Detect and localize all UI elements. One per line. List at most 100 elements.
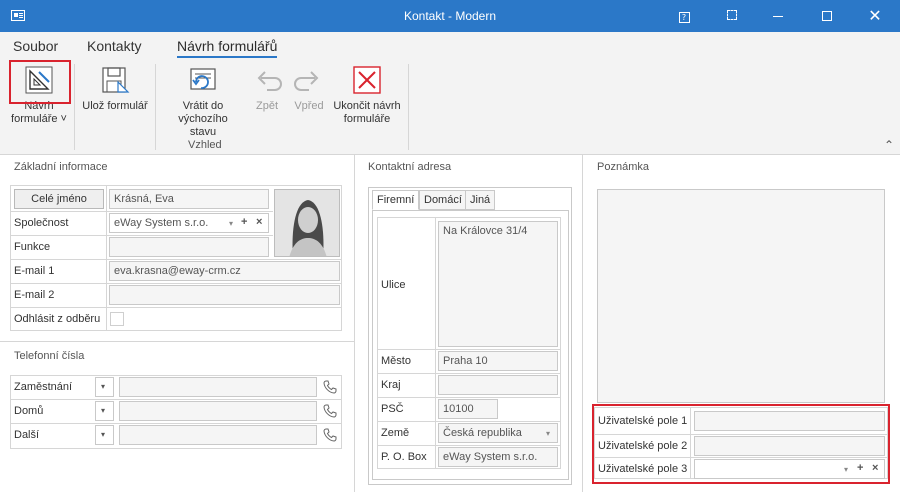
street-field[interactable]: Na Královce 31/4 (438, 221, 558, 347)
tab-soubor[interactable]: Soubor (13, 38, 58, 54)
row-divider (10, 307, 342, 308)
email2-label: E-mail 2 (14, 289, 55, 301)
row-divider (10, 211, 273, 212)
end-form-design-button[interactable]: Ukončit návrh formuláře (330, 64, 404, 126)
collapse-ribbon-icon[interactable]: ⌃ (884, 138, 894, 152)
row-divider (10, 423, 342, 424)
function-label: Funkce (14, 241, 51, 253)
chevron-down-icon: ▾ (101, 382, 106, 391)
city-field[interactable]: Praha 10 (438, 351, 558, 371)
undo-icon (257, 71, 282, 91)
phone-icon[interactable] (323, 404, 337, 418)
minimize-icon[interactable] (755, 0, 801, 32)
row-divider (10, 259, 342, 260)
ribbon-separator (74, 64, 75, 150)
ribbon-tabs: Soubor Kontakty Návrh formulářů (0, 32, 900, 58)
phone-label-home: Domů (14, 405, 44, 417)
pobox-field[interactable]: eWay System s.r.o. (438, 447, 558, 467)
save-form-button[interactable]: Ulož formulář (80, 64, 150, 113)
tab-address-company[interactable]: Firemní (372, 190, 420, 210)
contact-photo[interactable] (274, 189, 340, 257)
row-divider (10, 235, 273, 236)
close-design-icon (353, 66, 381, 94)
phone-label-work: Zaměstnání (14, 381, 73, 393)
highlight-box-custom-fields (592, 404, 890, 484)
function-field[interactable] (109, 237, 269, 257)
row-divider (10, 283, 342, 284)
phone-icon[interactable] (323, 380, 337, 394)
tab-navrh-formularu[interactable]: Návrh formulářů (177, 38, 278, 58)
tab-address-home[interactable]: Domácí (419, 190, 467, 210)
full-name-field[interactable]: Krásná, Eva (109, 189, 269, 209)
row-divider (10, 399, 342, 400)
row-divider (377, 397, 561, 398)
chevron-down-icon[interactable]: ▾ (229, 219, 233, 228)
phone-label-other: Další (14, 429, 40, 441)
zip-field[interactable]: 10100 (438, 399, 498, 419)
email1-field[interactable]: eva.krasna@eway-crm.cz (109, 261, 340, 281)
form-content: Základní informace Celé jméno Krásná, Ev… (0, 155, 900, 492)
region-field[interactable] (438, 375, 558, 395)
ribbon-separator (408, 64, 409, 150)
save-form-icon (102, 67, 130, 93)
undo-button[interactable]: Zpět (248, 64, 286, 113)
reset-to-default-button[interactable]: Vrátit do výchozího stavu (166, 64, 240, 139)
section-title-address: Kontaktní adresa (368, 161, 452, 173)
section-divider (0, 341, 354, 342)
end-design-label-1: Ukončit návrh (333, 100, 401, 112)
chevron-down-icon: ▾ (101, 430, 106, 439)
reset-form-icon (190, 68, 216, 90)
chevron-down-icon: ▾ (101, 406, 106, 415)
unsubscribe-checkbox[interactable] (110, 312, 124, 326)
region-label: Kraj (381, 379, 401, 391)
column-divider (354, 155, 355, 492)
phone-field-home[interactable] (119, 401, 317, 421)
country-value: Česká republika (443, 427, 522, 439)
form-design-label-2: formuláře ˅ (11, 113, 67, 125)
section-title-basic: Základní informace (14, 161, 108, 173)
label-column-divider (435, 217, 436, 469)
undo-label: Zpět (255, 100, 278, 112)
clear-icon[interactable]: × (256, 216, 262, 228)
country-label: Země (381, 427, 410, 439)
company-label: Společnost (14, 217, 69, 229)
phone-type-select-other[interactable]: ▾ (95, 425, 114, 445)
row-divider (377, 349, 561, 350)
help-icon[interactable]: ? (661, 0, 707, 32)
note-textarea[interactable] (597, 189, 885, 403)
phone-field-work[interactable] (119, 377, 317, 397)
row-divider (377, 373, 561, 374)
email1-label: E-mail 1 (14, 265, 55, 277)
label-column-divider (106, 185, 107, 331)
phone-field-other[interactable] (119, 425, 317, 445)
country-select[interactable]: Česká republika (438, 423, 558, 443)
add-icon[interactable]: + (241, 216, 247, 228)
save-form-label: Ulož formulář (82, 100, 148, 112)
fullscreen-icon[interactable] (709, 0, 755, 32)
email2-field[interactable] (109, 285, 340, 305)
end-design-label-2: formuláře (343, 113, 391, 125)
pobox-label: P. O. Box (381, 451, 427, 463)
highlight-box-ribbon (9, 60, 71, 104)
unsubscribe-label: Odhlásit z odběru (14, 313, 101, 325)
zip-label: PSČ (381, 403, 404, 415)
row-divider (377, 445, 561, 446)
full-name-button[interactable]: Celé jméno (14, 189, 104, 209)
close-window-icon[interactable]: ✕ (852, 0, 898, 32)
tab-address-other[interactable]: Jiná (465, 190, 496, 210)
ribbon: Návrh formuláře ˅ Ulož formulář Vrátit d… (0, 58, 900, 155)
reset-label-2: výchozího stavu (178, 113, 228, 138)
phone-icon[interactable] (323, 428, 337, 442)
row-divider (377, 421, 561, 422)
redo-button[interactable]: Vpřed (290, 64, 328, 113)
ribbon-group-label: Vzhled (188, 139, 222, 151)
chevron-down-icon[interactable]: ▾ (546, 429, 550, 438)
maximize-icon[interactable] (804, 0, 850, 32)
phone-type-select-home[interactable]: ▾ (95, 401, 114, 421)
tab-kontakty[interactable]: Kontakty (87, 38, 141, 54)
phone-type-select-work[interactable]: ▾ (95, 377, 114, 397)
company-value: eWay System s.r.o. (114, 217, 209, 229)
section-title-notes: Poznámka (597, 161, 649, 173)
city-label: Město (381, 355, 411, 367)
person-photo-icon (275, 190, 339, 256)
